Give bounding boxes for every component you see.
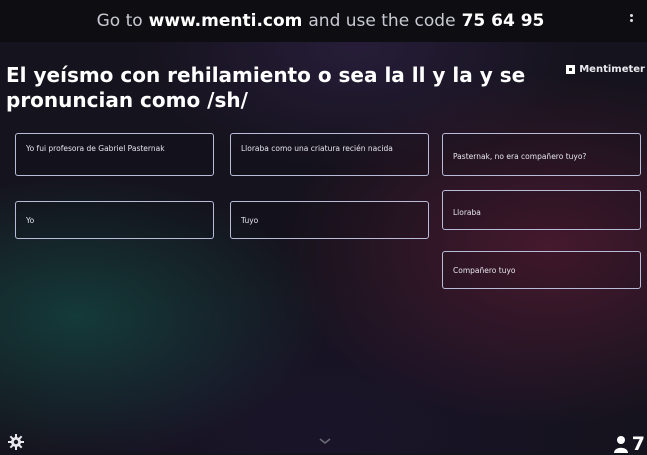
response-card: Lloraba como una criatura recién nacida (230, 133, 429, 176)
join-url[interactable]: www.menti.com (149, 11, 303, 31)
gear-icon[interactable] (8, 434, 24, 450)
join-prefix: Go to (96, 11, 143, 31)
mentimeter-brand: Mentimeter (566, 64, 645, 75)
response-card: Pasternak, no era compañero tuyo? (442, 133, 641, 176)
response-card: Compañero tuyo (442, 251, 641, 289)
chevron-down-icon[interactable] (318, 436, 332, 446)
response-card: Yo fui profesora de Gabriel Pasternak (15, 133, 214, 176)
response-card: Yo (15, 201, 214, 239)
join-code: 75 64 95 (461, 11, 545, 31)
participant-count-value: 7 (631, 433, 645, 455)
response-card: Tuyo (230, 201, 429, 239)
slide-title: El yeísmo con rehilamiento o sea la ll y… (6, 63, 526, 112)
brand-label: Mentimeter (579, 64, 645, 75)
mentimeter-logo-icon (566, 65, 576, 74)
person-icon (613, 436, 628, 453)
more-options-icon[interactable] (630, 14, 633, 24)
join-middle: and use the code (308, 11, 456, 31)
response-card: Lloraba (442, 190, 641, 230)
join-instructions-bar: Go to www.menti.com and use the code 75 … (0, 0, 647, 42)
participant-count: 7 (613, 433, 645, 455)
